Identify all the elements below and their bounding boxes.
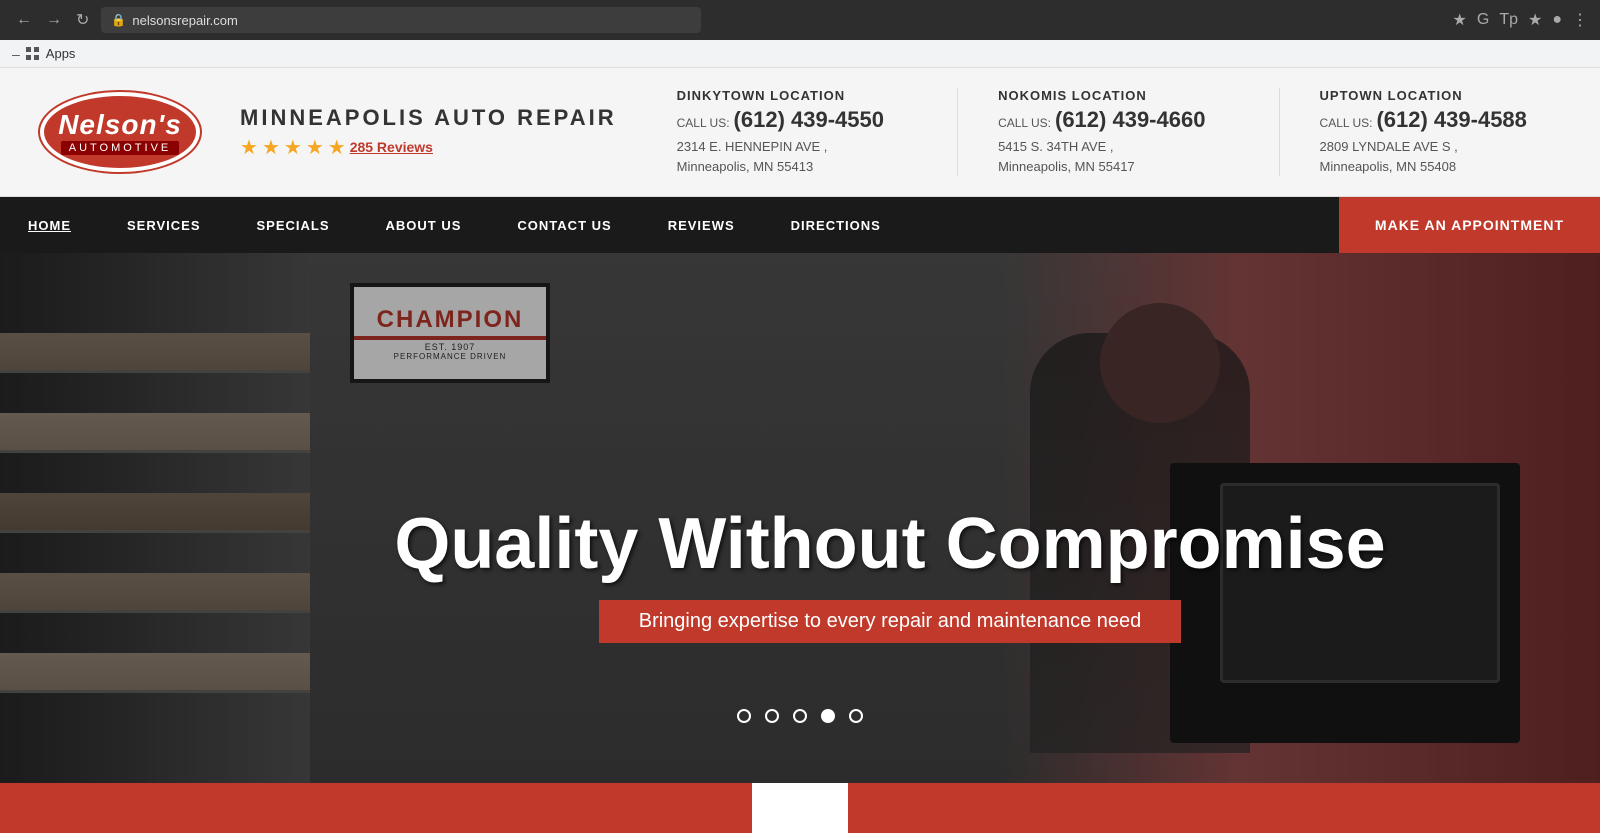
star-3: ★: [284, 135, 302, 160]
reviews-link[interactable]: 285 Reviews: [350, 139, 433, 155]
logo-oval: Nelson's AUTOMOTIVE: [40, 92, 200, 172]
star-5: ★: [328, 135, 346, 160]
nav-contact[interactable]: CONTACT US: [489, 197, 639, 253]
hero-section: CHAMPION EST. 1907 PERFORMANCE DRIVEN Qu…: [0, 253, 1600, 783]
lock-icon: 🔒: [111, 13, 126, 27]
apps-grid-icon: –: [12, 46, 20, 62]
nav-about[interactable]: ABOUT US: [358, 197, 490, 253]
hero-title: Quality Without Compromise: [280, 505, 1500, 584]
hero-dots: [0, 709, 1600, 723]
bottom-bar-right: [848, 783, 1600, 833]
hero-dot-2[interactable]: [765, 709, 779, 723]
site-nav: HOME SERVICES SPECIALS ABOUT US CONTACT …: [0, 197, 1600, 253]
header-brand: MINNEAPOLIS AUTO REPAIR ★ ★ ★ ★ ★ 285 Re…: [240, 105, 617, 160]
nokomis-phone[interactable]: (612) 439-4660: [1055, 107, 1205, 133]
nav-services[interactable]: SERVICES: [99, 197, 229, 253]
hero-content: Quality Without Compromise Bringing expe…: [280, 505, 1500, 643]
bookmark-icon[interactable]: ★: [1453, 10, 1467, 30]
nav-cta-button[interactable]: MAKE AN APPOINTMENT: [1339, 197, 1600, 253]
divider-1: [957, 88, 958, 176]
location-dinkytown: DINKYTOWN LOCATION CALL US: (612) 439-45…: [677, 88, 917, 176]
location-uptown: UPTOWN LOCATION CALL US: (612) 439-4588 …: [1320, 88, 1560, 176]
nokomis-address: 5415 S. 34TH AVE , Minneapolis, MN 55417: [998, 137, 1238, 176]
hero-dot-3[interactable]: [793, 709, 807, 723]
star-4: ★: [306, 135, 324, 160]
reload-button[interactable]: ↻: [72, 8, 93, 32]
uptown-address: 2809 LYNDALE AVE S , Minneapolis, MN 554…: [1320, 137, 1560, 176]
logo-container: Nelson's AUTOMOTIVE: [40, 92, 200, 172]
star-1: ★: [240, 135, 258, 160]
profile-t-icon[interactable]: Tp: [1499, 11, 1518, 29]
uptown-title: UPTOWN LOCATION: [1320, 88, 1560, 103]
hero-dot-4[interactable]: [821, 709, 835, 723]
apps-label[interactable]: Apps: [46, 46, 76, 61]
divider-2: [1279, 88, 1280, 176]
site-header: Nelson's AUTOMOTIVE MINNEAPOLIS AUTO REP…: [0, 68, 1600, 197]
menu-icon[interactable]: ⋮: [1572, 10, 1588, 30]
brand-stars: ★ ★ ★ ★ ★ 285 Reviews: [240, 135, 617, 160]
nav-home[interactable]: HOME: [0, 197, 99, 253]
bottom-bar-left: [0, 783, 752, 833]
brand-title: MINNEAPOLIS AUTO REPAIR: [240, 105, 617, 131]
nav-specials[interactable]: SPECIALS: [229, 197, 358, 253]
uptown-call-label: CALL US:: [1320, 116, 1373, 130]
nav-reviews[interactable]: REVIEWS: [640, 197, 763, 253]
hero-subtitle: Bringing expertise to every repair and m…: [599, 600, 1182, 643]
grid-icon: [26, 47, 40, 61]
extensions-icon[interactable]: ★: [1528, 10, 1542, 30]
browser-actions: ★ G Tp ★ ● ⋮: [1453, 10, 1588, 30]
bottom-bar-gap: [752, 783, 848, 833]
hero-dot-1[interactable]: [737, 709, 751, 723]
logo-name: Nelson's: [58, 109, 182, 141]
avatar-icon[interactable]: ●: [1552, 11, 1562, 29]
nokomis-title: NOKOMIS LOCATION: [998, 88, 1238, 103]
locations-container: DINKYTOWN LOCATION CALL US: (612) 439-45…: [677, 88, 1560, 176]
address-bar[interactable]: 🔒 nelsonsrepair.com: [101, 7, 701, 33]
back-button[interactable]: ←: [12, 9, 36, 31]
dinkytown-address: 2314 E. HENNEPIN AVE , Minneapolis, MN 5…: [677, 137, 917, 176]
dinkytown-title: DINKYTOWN LOCATION: [677, 88, 917, 103]
url-text: nelsonsrepair.com: [132, 13, 238, 28]
nav-items: HOME SERVICES SPECIALS ABOUT US CONTACT …: [0, 197, 1339, 253]
star-2: ★: [262, 135, 280, 160]
dinkytown-phone[interactable]: (612) 439-4550: [734, 107, 884, 133]
apps-bar: – Apps: [0, 40, 1600, 68]
nav-directions[interactable]: DIRECTIONS: [763, 197, 909, 253]
bottom-bars: [0, 783, 1600, 833]
forward-button[interactable]: →: [42, 9, 66, 31]
logo-sub: AUTOMOTIVE: [61, 141, 180, 155]
nokomis-call-label: CALL US:: [998, 116, 1051, 130]
browser-nav-buttons: ← → ↻: [12, 8, 93, 32]
location-nokomis: NOKOMIS LOCATION CALL US: (612) 439-4660…: [998, 88, 1238, 176]
profile-g-icon[interactable]: G: [1477, 11, 1489, 29]
uptown-phone[interactable]: (612) 439-4588: [1376, 107, 1526, 133]
dinkytown-call-label: CALL US:: [677, 116, 730, 130]
hero-dot-5[interactable]: [849, 709, 863, 723]
browser-chrome: ← → ↻ 🔒 nelsonsrepair.com ★ G Tp ★ ● ⋮: [0, 0, 1600, 40]
